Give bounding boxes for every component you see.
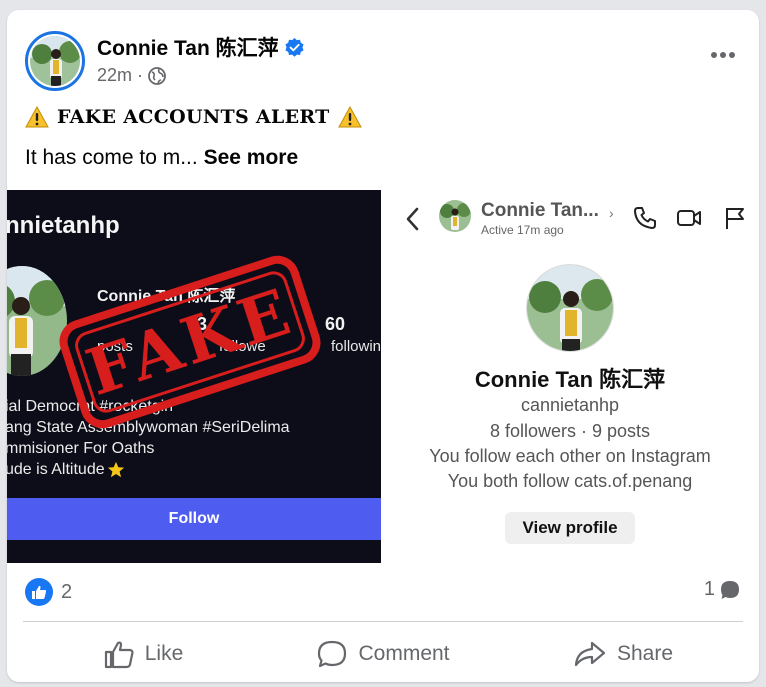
- flag-icon: [726, 208, 744, 229]
- comment-count[interactable]: 1: [704, 578, 741, 601]
- back-arrow-icon: [406, 207, 419, 231]
- post-title-text: FAKE ACCOUNTS ALERT: [57, 106, 330, 128]
- dm-contact-name: Connie Tan...: [481, 200, 599, 221]
- ig-profile-photo: [7, 266, 67, 376]
- ig-bio-line-with-star: ude is Altitude: [7, 461, 125, 479]
- globe-icon: [148, 66, 166, 85]
- ig-following-label: followin: [331, 338, 381, 355]
- dm-profile-photo: [526, 264, 614, 352]
- more-dots-icon: [711, 52, 735, 58]
- phone-icon: [634, 207, 656, 229]
- author-avatar[interactable]: [25, 31, 85, 91]
- see-more-link[interactable]: See more: [204, 146, 299, 169]
- ig-following-count: 60: [325, 314, 346, 334]
- dm-active-status: Active 17m ago: [481, 223, 564, 237]
- warning-icon: [25, 106, 49, 128]
- ig-bio-line: ang State Assemblywoman #SeriDelima: [7, 419, 290, 436]
- more-options-button[interactable]: [705, 40, 741, 70]
- comment-icon: [318, 640, 347, 668]
- comment-button[interactable]: Comment: [263, 630, 503, 678]
- like-label: Like: [144, 642, 184, 665]
- star-icon: [107, 461, 124, 478]
- video-call-icon: [677, 210, 701, 226]
- reactions-summary[interactable]: 2: [25, 578, 72, 606]
- post-body: It has come to m... See more: [25, 146, 298, 170]
- view-profile-button: View profile: [505, 512, 635, 544]
- dm-profile-name: Connie Tan 陈汇萍: [474, 367, 666, 392]
- author-name[interactable]: Connie Tan 陈汇萍: [97, 32, 279, 62]
- like-button[interactable]: Like: [23, 630, 263, 678]
- like-reaction-icon: [25, 578, 53, 606]
- dm-mutual-follow: You follow each other on Instagram: [429, 446, 711, 466]
- dm-avatar: [439, 200, 471, 232]
- fake-instagram-screenshot: nnietanhp Connie Tan 陈汇萍 3 60 posts foll…: [7, 190, 381, 563]
- meta-separator: ·: [137, 65, 144, 85]
- chevron-right-icon: ›: [609, 205, 614, 221]
- ig-bio-text: ude is Altitude: [7, 461, 105, 478]
- like-count: 2: [61, 580, 73, 603]
- share-arrow-icon: [574, 641, 606, 667]
- dm-profile-counts: 8 followers · 9 posts: [489, 421, 651, 441]
- post-time[interactable]: 22m: [97, 65, 132, 86]
- dm-mutual-following: You both follow cats.of.penang: [447, 471, 693, 491]
- post-card: Connie Tan 陈汇萍 22m · FAKE ACCOUNTS ALERT: [7, 10, 759, 682]
- verified-badge-icon: [285, 37, 304, 57]
- post-title: FAKE ACCOUNTS ALERT: [25, 106, 362, 128]
- ig-follow-button: Follow: [7, 498, 381, 540]
- comment-label: Comment: [358, 642, 450, 665]
- comment-count-value: 1: [703, 578, 715, 600]
- warning-icon: [337, 106, 362, 128]
- ig-bio-line: mmisioner For Oaths: [7, 440, 155, 457]
- dm-profile-screenshot: Connie Tan... Active 17m ago › Connie Ta…: [381, 190, 759, 563]
- comment-bubble-icon: [721, 580, 739, 599]
- ig-username: nnietanhp: [7, 212, 120, 239]
- share-button[interactable]: Share: [503, 630, 743, 678]
- dm-profile-handle: cannietanhp: [520, 395, 620, 415]
- share-label: Share: [616, 642, 674, 665]
- post-body-text: It has come to m...: [25, 146, 198, 169]
- thumbs-up-icon: [104, 641, 134, 669]
- divider: [23, 621, 743, 622]
- fake-stamp: FAKE: [53, 250, 327, 434]
- post-image[interactable]: nnietanhp Connie Tan 陈汇萍 3 60 posts foll…: [7, 190, 759, 563]
- post-actions: Like Comment Share: [23, 630, 743, 678]
